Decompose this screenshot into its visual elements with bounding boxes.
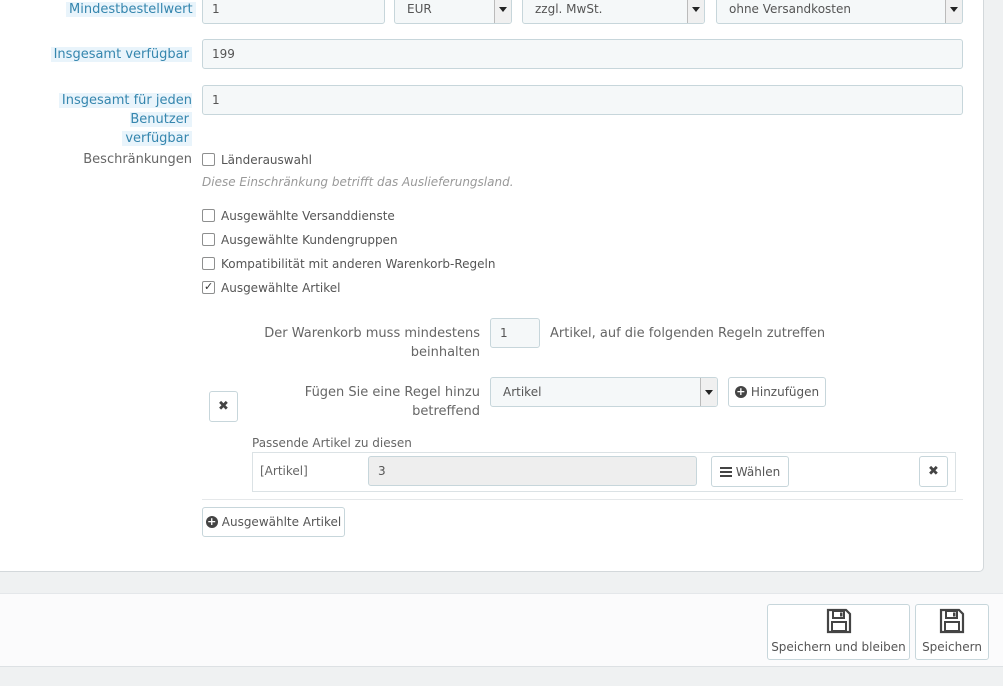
- rule-divider: [202, 499, 963, 500]
- product-restriction[interactable]: Ausgewählte Artikel: [202, 278, 341, 297]
- plus-circle-icon: +: [734, 385, 747, 398]
- rule-type-value: Artikel: [503, 385, 542, 399]
- product-checkbox-label: Ausgewählte Artikel: [221, 281, 341, 295]
- restrictions-label: Beschränkungen: [83, 152, 192, 167]
- chevron-down-icon: [494, 0, 511, 23]
- chevron-down-icon: [945, 0, 962, 23]
- tax-select[interactable]: zzgl. MwSt.: [522, 0, 705, 24]
- floppy-disk-icon: [826, 608, 851, 634]
- floppy-disk-icon: [939, 608, 965, 634]
- carrier-checkbox[interactable]: [202, 209, 215, 222]
- carrier-checkbox-label: Ausgewählte Versanddienste: [221, 209, 395, 223]
- matching-products-label: Passende Artikel zu diesen: [252, 436, 412, 450]
- add-rule-button[interactable]: + Hinzufügen: [728, 377, 826, 407]
- country-restriction[interactable]: Länderauswahl: [202, 151, 312, 169]
- group-restriction[interactable]: Ausgewählte Kundengruppen: [202, 231, 398, 249]
- compatibility-checkbox-label: Kompatibilität mit anderen Warenkorb-Reg…: [221, 257, 496, 271]
- per-user-label: Insgesamt für jeden Benutzer verfügbar: [0, 91, 192, 148]
- currency-value: EUR: [407, 2, 432, 16]
- choose-products-label: Wählen: [735, 464, 781, 479]
- remove-rule-button[interactable]: ✖: [919, 456, 948, 487]
- min-order-amount-input[interactable]: 1: [202, 0, 385, 24]
- save-and-stay-button[interactable]: Speichern und bleiben: [767, 604, 910, 660]
- list-icon: [719, 466, 732, 477]
- save-label: Speichern: [922, 640, 982, 654]
- total-available-label: Insgesamt verfügbar: [40, 45, 192, 64]
- tax-value: zzgl. MwSt.: [535, 2, 603, 16]
- close-icon: ✖: [928, 464, 939, 479]
- chevron-down-icon: [700, 378, 717, 406]
- carrier-restriction[interactable]: Ausgewählte Versanddienste: [202, 207, 395, 225]
- total-available-input[interactable]: 199: [202, 39, 963, 69]
- country-restriction-hint: Diese Einschränkung betrifft das Auslief…: [202, 175, 514, 189]
- compatibility-checkbox[interactable]: [202, 257, 215, 270]
- add-rule-label: Fügen Sie eine Regel hinzu betreffend: [304, 385, 480, 419]
- chevron-down-icon: [687, 0, 704, 23]
- currency-select[interactable]: EUR: [394, 0, 512, 24]
- save-button[interactable]: Speichern: [915, 604, 989, 660]
- group-checkbox[interactable]: [202, 233, 215, 246]
- rule-type-select[interactable]: Artikel: [490, 377, 718, 407]
- add-product-restriction-group-button[interactable]: + Ausgewählte Artikel: [202, 507, 345, 537]
- matched-product-count: 3: [368, 456, 697, 486]
- group-checkbox-label: Ausgewählte Kundengruppen: [221, 233, 398, 247]
- save-and-stay-label: Speichern und bleiben: [771, 640, 906, 654]
- close-icon: ✖: [218, 399, 229, 414]
- plus-circle-icon: +: [205, 515, 218, 528]
- country-checkbox-label: Länderauswahl: [221, 153, 312, 167]
- product-checkbox[interactable]: [202, 278, 215, 296]
- cart-minimum-suffix: Artikel, auf die folgenden Regeln zutref…: [550, 326, 826, 341]
- shipping-select[interactable]: ohne Versandkosten: [716, 0, 963, 24]
- remove-rule-group-button[interactable]: ✖: [209, 391, 238, 422]
- shipping-value: ohne Versandkosten: [729, 2, 851, 16]
- add-product-restriction-group-label: Ausgewählte Artikel: [221, 515, 342, 529]
- cart-minimum-quantity-input[interactable]: 1: [490, 318, 540, 348]
- rule-item-type: [Artikel]: [260, 464, 308, 478]
- country-checkbox[interactable]: [202, 153, 215, 166]
- choose-products-button[interactable]: Wählen: [711, 456, 789, 487]
- compatibility-restriction[interactable]: Kompatibilität mit anderen Warenkorb-Reg…: [202, 255, 495, 273]
- per-user-input[interactable]: 1: [202, 85, 963, 115]
- min-order-label: Mindestbestellwert: [66, 0, 196, 19]
- add-rule-button-label: Hinzufügen: [750, 385, 820, 399]
- cart-minimum-label: Der Warenkorb muss mindestens beinhalten: [264, 326, 480, 360]
